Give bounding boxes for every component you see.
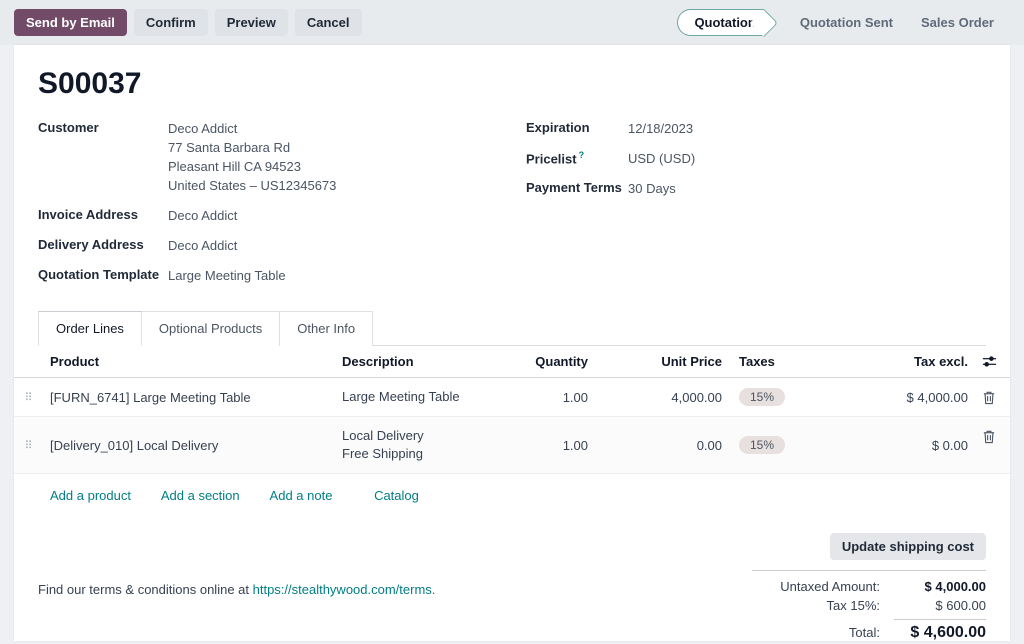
tax-value: $ 600.00 [894,598,986,613]
add-a-product-link[interactable]: Add a product [50,488,131,503]
tab-other-info[interactable]: Other Info [280,311,373,346]
row-quantity[interactable]: 1.00 [486,380,596,415]
notebook-tabs: Order Lines Optional Products Other Info [38,310,986,346]
row-tax-excl: $ 0.00 [816,428,976,463]
pricelist-label: Pricelist? [526,149,628,168]
send-by-email-button[interactable]: Send by Email [14,9,127,36]
optional-columns-icon[interactable] [976,346,1010,377]
customer-label: Customer [38,119,168,195]
row-product[interactable]: [FURN_6741] Large Meeting Table [50,380,342,415]
page-title: S00037 [38,67,986,101]
field-invoice-address: Invoice Address Deco Addict [38,206,526,225]
tab-optional-products[interactable]: Optional Products [142,311,280,346]
col-unit-price[interactable]: Unit Price [596,346,730,377]
total-row: Total: $ 4,600.00 [752,617,986,644]
payment-terms-label: Payment Terms [526,179,628,198]
col-description[interactable]: Description [342,346,486,377]
totals-summary: Untaxed Amount: $ 4,000.00 Tax 15%: $ 60… [752,570,986,644]
tax-label: Tax 15%: [827,598,880,613]
row-unit-price[interactable]: 4,000.00 [596,380,730,415]
col-taxes[interactable]: Taxes [730,346,816,377]
drag-handle-icon[interactable]: ⠿ [14,429,50,462]
tax-row: Tax 15%: $ 600.00 [752,596,986,615]
table-row[interactable]: ⠿ [FURN_6741] Large Meeting Table Large … [14,378,1010,417]
add-a-note-link[interactable]: Add a note [270,488,333,503]
field-expiration: Expiration 12/18/2023 [526,119,986,138]
help-icon[interactable]: ? [579,150,585,160]
quotation-template-value[interactable]: Large Meeting Table [168,266,286,285]
terms-and-conditions: Find our terms & conditions online at ht… [38,570,435,597]
field-quotation-template: Quotation Template Large Meeting Table [38,266,526,285]
tax-badge[interactable]: 15% [739,388,785,406]
field-delivery-address: Delivery Address Deco Addict [38,236,526,255]
update-shipping-cost-button[interactable]: Update shipping cost [830,533,986,560]
row-description[interactable]: Large Meeting Table [342,378,486,416]
delivery-address-label: Delivery Address [38,236,168,255]
header-fields: Customer Deco Addict 77 Santa Barbara Rd… [38,119,986,296]
cancel-button[interactable]: Cancel [295,9,362,36]
row-description[interactable]: Local Delivery Free Shipping [342,417,486,473]
expiration-label: Expiration [526,119,628,138]
total-value: $ 4,600.00 [894,619,986,642]
table-header-row: Product Description Quantity Unit Price … [14,346,1010,378]
row-quantity[interactable]: 1.00 [486,428,596,463]
col-tax-excl[interactable]: Tax excl. [816,346,976,377]
expiration-value[interactable]: 12/18/2023 [628,119,693,138]
control-panel: Send by Email Confirm Preview Cancel Quo… [0,0,1024,45]
delete-row-icon[interactable] [976,417,1010,454]
customer-city: Pleasant Hill CA 94523 [168,157,336,176]
quotation-form-sheet: S00037 Customer Deco Addict 77 Santa Bar… [14,45,1010,641]
statusbar-step-quotation[interactable]: Quotation [677,9,763,36]
table-row[interactable]: ⠿ [Delivery_010] Local Delivery Local De… [14,417,1010,474]
field-customer: Customer Deco Addict 77 Santa Barbara Rd… [38,119,526,195]
col-quantity[interactable]: Quantity [486,346,596,377]
untaxed-amount-row: Untaxed Amount: $ 4,000.00 [752,577,986,596]
preview-button[interactable]: Preview [215,9,288,36]
drag-handle-icon[interactable]: ⠿ [14,381,50,414]
untaxed-amount-label: Untaxed Amount: [780,579,880,594]
confirm-button[interactable]: Confirm [134,9,208,36]
untaxed-amount-value: $ 4,000.00 [894,579,986,594]
statusbar-step-sales-order[interactable]: Sales Order [907,10,1008,35]
customer-country: United States – US12345673 [168,176,336,195]
delete-row-icon[interactable] [976,380,1010,415]
field-pricelist: Pricelist? USD (USD) [526,149,986,168]
order-lines-table: Product Description Quantity Unit Price … [14,346,1010,474]
row-tax-excl: $ 4,000.00 [816,380,976,415]
line-action-links: Add a product Add a section Add a note C… [14,474,1010,519]
customer-street: 77 Santa Barbara Rd [168,138,336,157]
terms-link[interactable]: https://stealthywood.com/terms. [253,582,436,597]
tax-badge[interactable]: 15% [739,436,785,454]
statusbar: Quotation Quotation Sent Sales Order [677,9,1008,36]
col-product[interactable]: Product [50,346,342,377]
customer-name[interactable]: Deco Addict [168,119,336,138]
row-product[interactable]: [Delivery_010] Local Delivery [50,428,342,463]
add-a-section-link[interactable]: Add a section [161,488,240,503]
total-label: Total: [849,625,880,640]
statusbar-step-quotation-sent[interactable]: Quotation Sent [786,10,907,35]
payment-terms-value[interactable]: 30 Days [628,179,676,198]
invoice-address-value[interactable]: Deco Addict [168,206,237,225]
tab-order-lines[interactable]: Order Lines [38,311,142,346]
row-unit-price[interactable]: 0.00 [596,428,730,463]
invoice-address-label: Invoice Address [38,206,168,225]
pricelist-value[interactable]: USD (USD) [628,149,695,168]
quotation-template-label: Quotation Template [38,266,168,285]
field-payment-terms: Payment Terms 30 Days [526,179,986,198]
delivery-address-value[interactable]: Deco Addict [168,236,237,255]
catalog-link[interactable]: Catalog [374,488,419,503]
